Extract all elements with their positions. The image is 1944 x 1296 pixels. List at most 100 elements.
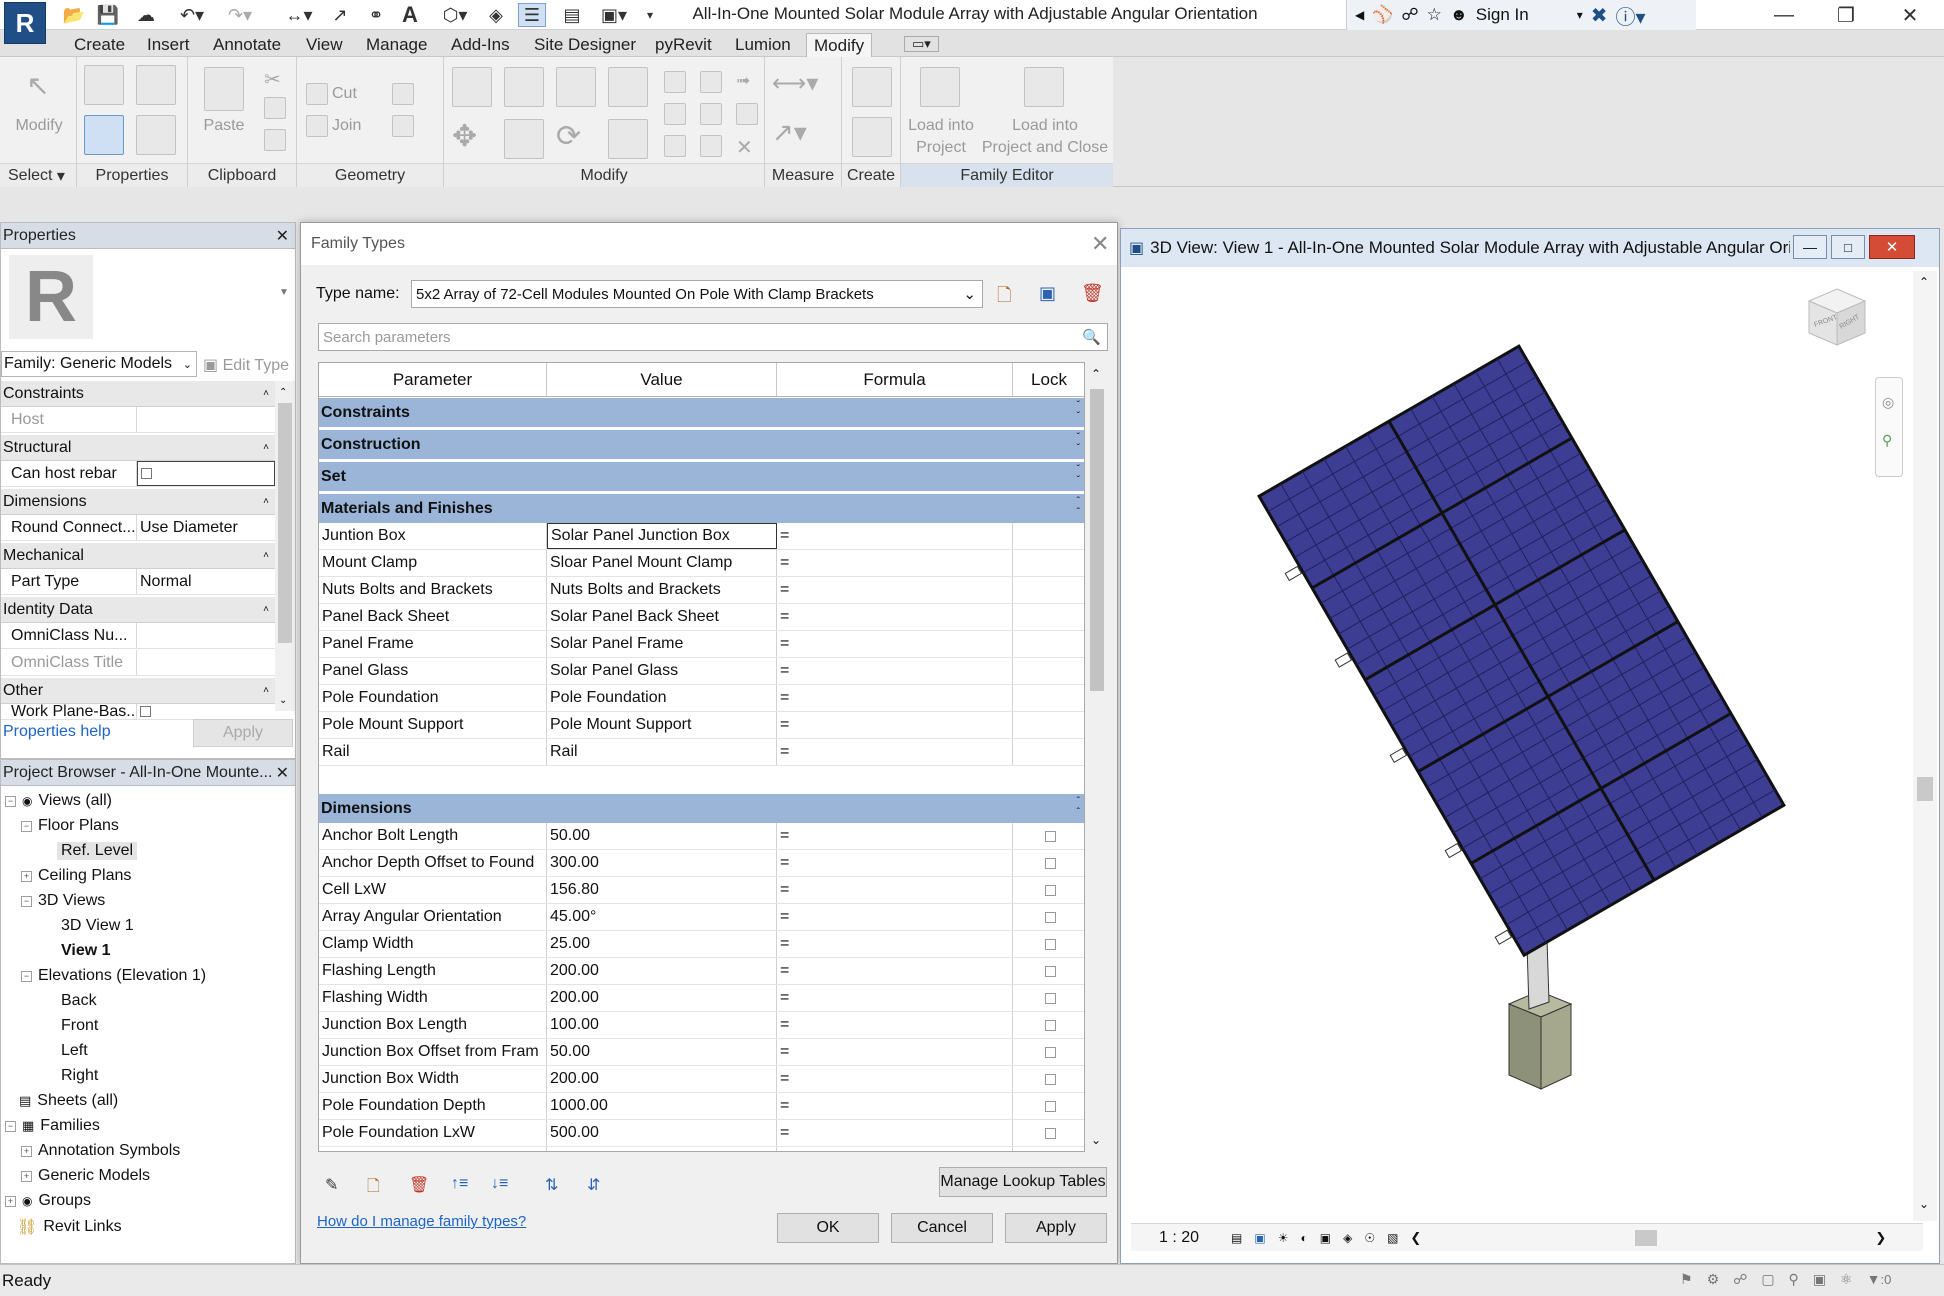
param-value[interactable]: 50.00	[547, 823, 777, 849]
param-formula[interactable]: =	[777, 577, 1013, 603]
chevron-down-icon[interactable]: ▼	[279, 287, 289, 298]
collapse-icon[interactable]: −	[5, 795, 16, 807]
tree-floor-plans[interactable]: − Floor Plans	[21, 817, 119, 835]
expand-icon[interactable]: +	[5, 1195, 16, 1207]
group-constraints[interactable]: Constraints ˇ ˇ	[319, 397, 1084, 427]
param-value[interactable]: Solar Panel Back Sheet	[547, 604, 777, 630]
edit-type-button[interactable]: ▣ Edit Type	[203, 355, 289, 375]
trim-multiple-icon[interactable]	[664, 135, 686, 157]
scroll-up-icon[interactable]: ⌃	[279, 387, 287, 398]
close-icon[interactable]: ✕	[1890, 2, 1930, 28]
apply-button[interactable]: Apply	[1005, 1213, 1107, 1243]
expand-icon[interactable]: +	[21, 870, 32, 882]
family-category-icon[interactable]	[136, 65, 176, 105]
collapse-icon[interactable]: −	[21, 970, 32, 982]
create-similar-icon[interactable]	[852, 67, 892, 107]
param-value[interactable]: 200.00	[547, 985, 777, 1011]
sign-in-button[interactable]: Sign In	[1476, 5, 1529, 25]
help-icon[interactable]: ⓘ▾	[1616, 1, 1646, 30]
lock-cell[interactable]	[1013, 850, 1084, 876]
sort-ascending-icon[interactable]: ⇅	[545, 1175, 558, 1195]
close-hidden-icon[interactable]: ▤	[560, 3, 584, 27]
lock-cell[interactable]	[1013, 1093, 1084, 1119]
crop-view-icon[interactable]: ▣	[1320, 1231, 1331, 1245]
chevron-left-icon[interactable]: ◀	[1355, 8, 1364, 22]
param-value[interactable]: 300.00	[547, 850, 777, 876]
visual-style-icon[interactable]: ▣	[1254, 1231, 1265, 1245]
align-icon[interactable]	[452, 67, 492, 107]
prop-value[interactable]	[137, 623, 275, 648]
param-formula[interactable]: =	[777, 1066, 1013, 1092]
tab-annotate[interactable]: Annotate	[206, 33, 288, 57]
scroll-thumb[interactable]	[278, 403, 292, 643]
lock-cell[interactable]	[1013, 1120, 1084, 1146]
grid-scrollbar[interactable]: ⌃ ⌄	[1087, 365, 1107, 1151]
lock-cell[interactable]	[1013, 823, 1084, 849]
param-formula[interactable]: =	[777, 685, 1013, 711]
col-formula[interactable]: Formula	[777, 363, 1013, 397]
viewcube[interactable]: FRONT RIGHT	[1805, 285, 1869, 349]
scissors-icon[interactable]: ✂	[264, 67, 286, 91]
navigation-bar[interactable]: ◎ ⚲	[1875, 377, 1903, 477]
customize-qat-icon[interactable]: ▾	[642, 3, 658, 27]
param-formula[interactable]: =	[777, 1120, 1013, 1146]
search-parameters-input[interactable]: Search parameters 🔍	[318, 323, 1108, 351]
tree-annotation-symbols[interactable]: + Annotation Symbols	[21, 1142, 180, 1160]
ribbon-minimize-icon[interactable]: ▭▾	[904, 36, 939, 52]
dimension-icon[interactable]: ↗	[328, 3, 352, 27]
mirror-axis-icon[interactable]	[556, 67, 596, 107]
save-icon[interactable]: 💾	[96, 3, 120, 27]
param-formula[interactable]: =	[777, 1093, 1013, 1119]
properties-help-link[interactable]: Properties help	[3, 723, 111, 741]
tag-icon[interactable]: ⚭	[364, 3, 388, 27]
expand-icon[interactable]: +	[21, 1170, 32, 1182]
lock-checkbox[interactable]	[1045, 857, 1056, 869]
modify-tool-label[interactable]: Modify	[4, 115, 74, 137]
aligned-dimension-icon[interactable]: ↗▾	[772, 117, 828, 157]
tree-revit-links[interactable]: ⛓ Revit Links	[17, 1217, 122, 1237]
copy-element-icon[interactable]	[504, 119, 544, 159]
steering-wheel-icon[interactable]: ◎	[1882, 394, 1894, 411]
delete-parameter-icon[interactable]: 🗑	[409, 1175, 429, 1195]
load-and-close-icon[interactable]	[1024, 67, 1064, 107]
sort-descending-icon[interactable]: ⇵	[587, 1175, 600, 1195]
switch-windows-icon[interactable]: ▣▾	[594, 3, 634, 27]
col-lock[interactable]: Lock	[1013, 363, 1084, 397]
col-value[interactable]: Value	[547, 363, 777, 397]
param-value[interactable]: Solar Panel Glass	[547, 658, 777, 684]
help-link[interactable]: How do I manage family types?	[317, 1213, 526, 1230]
tree-views-all[interactable]: − ◉ Views (all)	[5, 792, 112, 810]
lock-cell[interactable]	[1013, 1039, 1084, 1065]
split-gap-icon[interactable]	[700, 71, 722, 93]
param-formula[interactable]: =	[777, 985, 1013, 1011]
minimize-icon[interactable]: —	[1764, 2, 1804, 28]
tree-3d-view-1[interactable]: 3D View 1	[61, 917, 134, 935]
param-value[interactable]: Rail	[547, 739, 777, 765]
join-label[interactable]: Join	[332, 115, 361, 137]
cut-label[interactable]: Cut	[332, 83, 357, 105]
param-value[interactable]: 4000.00	[547, 1147, 777, 1151]
tree-elevations[interactable]: − Elevations (Elevation 1)	[21, 967, 206, 985]
user-icon[interactable]: ☻	[1450, 5, 1468, 25]
param-formula[interactable]: =	[777, 850, 1013, 876]
lock-checkbox[interactable]	[1045, 911, 1056, 923]
measure-icon[interactable]: ↔▾	[282, 3, 316, 27]
extend-icon[interactable]	[700, 135, 722, 157]
tree-left[interactable]: Left	[61, 1042, 88, 1060]
lock-checkbox[interactable]	[1045, 1046, 1056, 1058]
temporary-hide-icon[interactable]: ☉	[1364, 1231, 1375, 1245]
prop-value[interactable]	[137, 650, 275, 675]
zoom-icon[interactable]: ⚲	[1882, 432, 1892, 449]
lock-checkbox[interactable]	[1045, 965, 1056, 977]
tree-ref-level[interactable]: Ref. Level	[57, 842, 138, 860]
param-value[interactable]: Pole Mount Support	[547, 712, 777, 738]
prop-value[interactable]	[137, 704, 275, 719]
chevron-left-icon[interactable]: ❮	[1410, 1230, 1421, 1246]
apply-button[interactable]: Apply	[193, 719, 293, 747]
ok-button[interactable]: OK	[777, 1213, 879, 1243]
edit-parameter-icon[interactable]: ✎	[325, 1175, 338, 1195]
horizontal-scrollbar[interactable]	[1433, 1229, 1863, 1246]
view-vertical-scrollbar[interactable]: ⌃ ⌄	[1913, 271, 1937, 1221]
param-value[interactable]: 500.00	[547, 1120, 777, 1146]
close-icon[interactable]: ✕	[1091, 231, 1109, 257]
